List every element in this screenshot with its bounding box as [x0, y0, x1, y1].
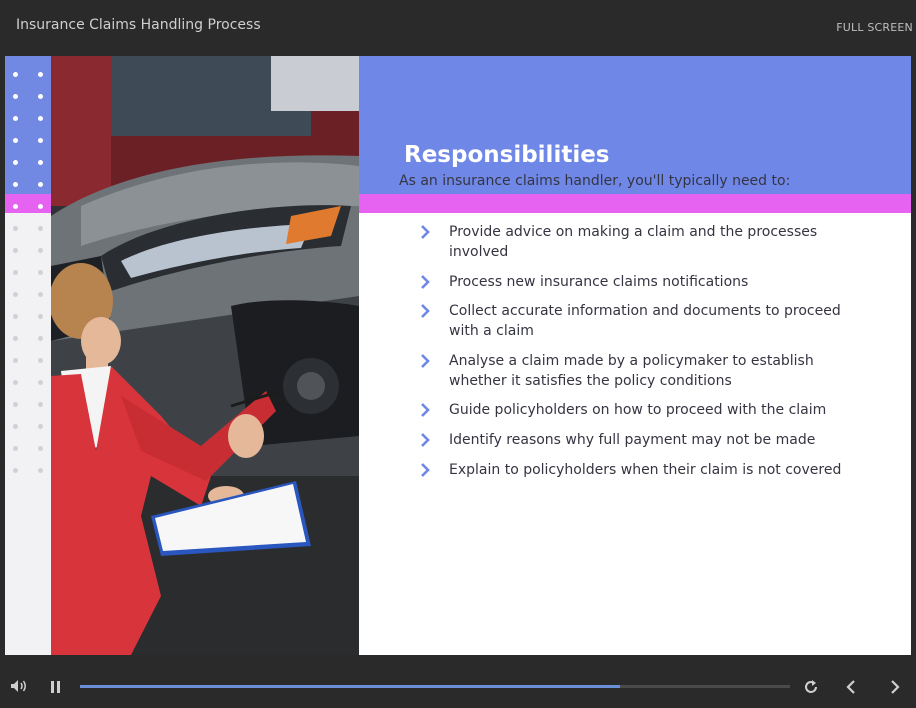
volume-icon[interactable]: [10, 679, 28, 693]
intro-text: As an insurance claims handler, you'll t…: [399, 173, 791, 189]
decorative-dot: [38, 358, 43, 363]
slide-heading: Responsibilities: [404, 142, 610, 168]
decorative-dot: [13, 402, 18, 407]
decorative-dot: [38, 314, 43, 319]
decorative-dot: [13, 160, 18, 165]
decorative-dot: [38, 94, 43, 99]
previous-icon[interactable]: [845, 679, 857, 695]
decorative-dot: [13, 314, 18, 319]
decorative-dot: [38, 204, 43, 209]
list-item: Provide advice on making a claim and the…: [418, 222, 858, 262]
chevron-right-icon: [421, 433, 430, 447]
decorative-dot: [13, 204, 18, 209]
full-screen-button[interactable]: FULL SCREEN: [836, 21, 913, 34]
claims-handler-photo: [51, 56, 359, 655]
course-title: Insurance Claims Handling Process: [16, 17, 261, 33]
list-item-text: Explain to policyholders when their clai…: [449, 461, 842, 478]
decorative-dot: [38, 402, 43, 407]
top-bar: Insurance Claims Handling Process FULL S…: [0, 0, 916, 56]
decorative-dot: [38, 380, 43, 385]
list-item-text: Process new insurance claims notificatio…: [449, 273, 749, 290]
chevron-right-icon: [421, 353, 430, 368]
replay-icon[interactable]: [803, 679, 819, 695]
decorative-dot: [38, 446, 43, 451]
decorative-dot: [13, 468, 18, 473]
decorative-dot: [13, 94, 18, 99]
list-item-text: Provide advice on making a claim and the…: [449, 224, 818, 260]
list-item-text: Guide policyholders on how to proceed wi…: [449, 402, 827, 419]
list-item: Identify reasons why full payment may no…: [418, 430, 858, 450]
decorative-dot: [38, 226, 43, 231]
decorative-dot: [38, 292, 43, 297]
decorative-dot: [38, 138, 43, 143]
list-item: Analyse a claim made by a policymaker to…: [418, 351, 858, 391]
decorative-dot: [38, 248, 43, 253]
decorative-dot: [13, 138, 18, 143]
decorative-dot: [38, 116, 43, 121]
decorative-dot: [38, 468, 43, 473]
list-item: Process new insurance claims notificatio…: [418, 272, 858, 292]
player-controls: [0, 655, 916, 708]
decorative-dot: [13, 182, 18, 187]
decorative-strip: [5, 56, 51, 655]
decorative-dot: [13, 72, 18, 77]
list-item: Explain to policyholders when their clai…: [418, 460, 858, 480]
decorative-dot: [13, 226, 18, 231]
progress-fill: [80, 685, 620, 688]
decorative-dot: [13, 270, 18, 275]
progress-bar[interactable]: [80, 685, 790, 688]
list-item-text: Collect accurate information and documen…: [449, 303, 841, 340]
decorative-dot: [13, 380, 18, 385]
decorative-dot: [38, 270, 43, 275]
list-item-text: Analyse a claim made by a policymaker to…: [449, 352, 814, 389]
decorative-dot: [13, 248, 18, 253]
decorative-dot: [13, 116, 18, 121]
next-icon[interactable]: [889, 679, 901, 695]
list-item: Collect accurate information and documen…: [418, 301, 858, 341]
list-item-text: Identify reasons why full payment may no…: [449, 431, 816, 448]
pause-icon[interactable]: [50, 680, 62, 694]
decorative-dot: [13, 336, 18, 341]
chevron-right-icon: [421, 403, 430, 418]
chevron-right-icon: [421, 462, 430, 477]
chevron-right-icon: [421, 304, 430, 319]
decorative-dot: [38, 160, 43, 165]
decorative-dot: [38, 336, 43, 341]
decorative-dot: [38, 182, 43, 187]
list-item: Guide policyholders on how to proceed wi…: [418, 400, 858, 420]
decorative-dot: [38, 72, 43, 77]
chevron-right-icon: [421, 274, 430, 289]
decorative-dot: [13, 424, 18, 429]
decorative-dot: [13, 446, 18, 451]
decorative-dot: [13, 292, 18, 297]
header-accent-bar: [359, 194, 911, 213]
responsibilities-list: Provide advice on making a claim and the…: [418, 222, 858, 489]
decorative-dots: [5, 56, 51, 655]
decorative-dot: [38, 424, 43, 429]
chevron-right-icon: [421, 225, 430, 239]
decorative-dot: [13, 358, 18, 363]
